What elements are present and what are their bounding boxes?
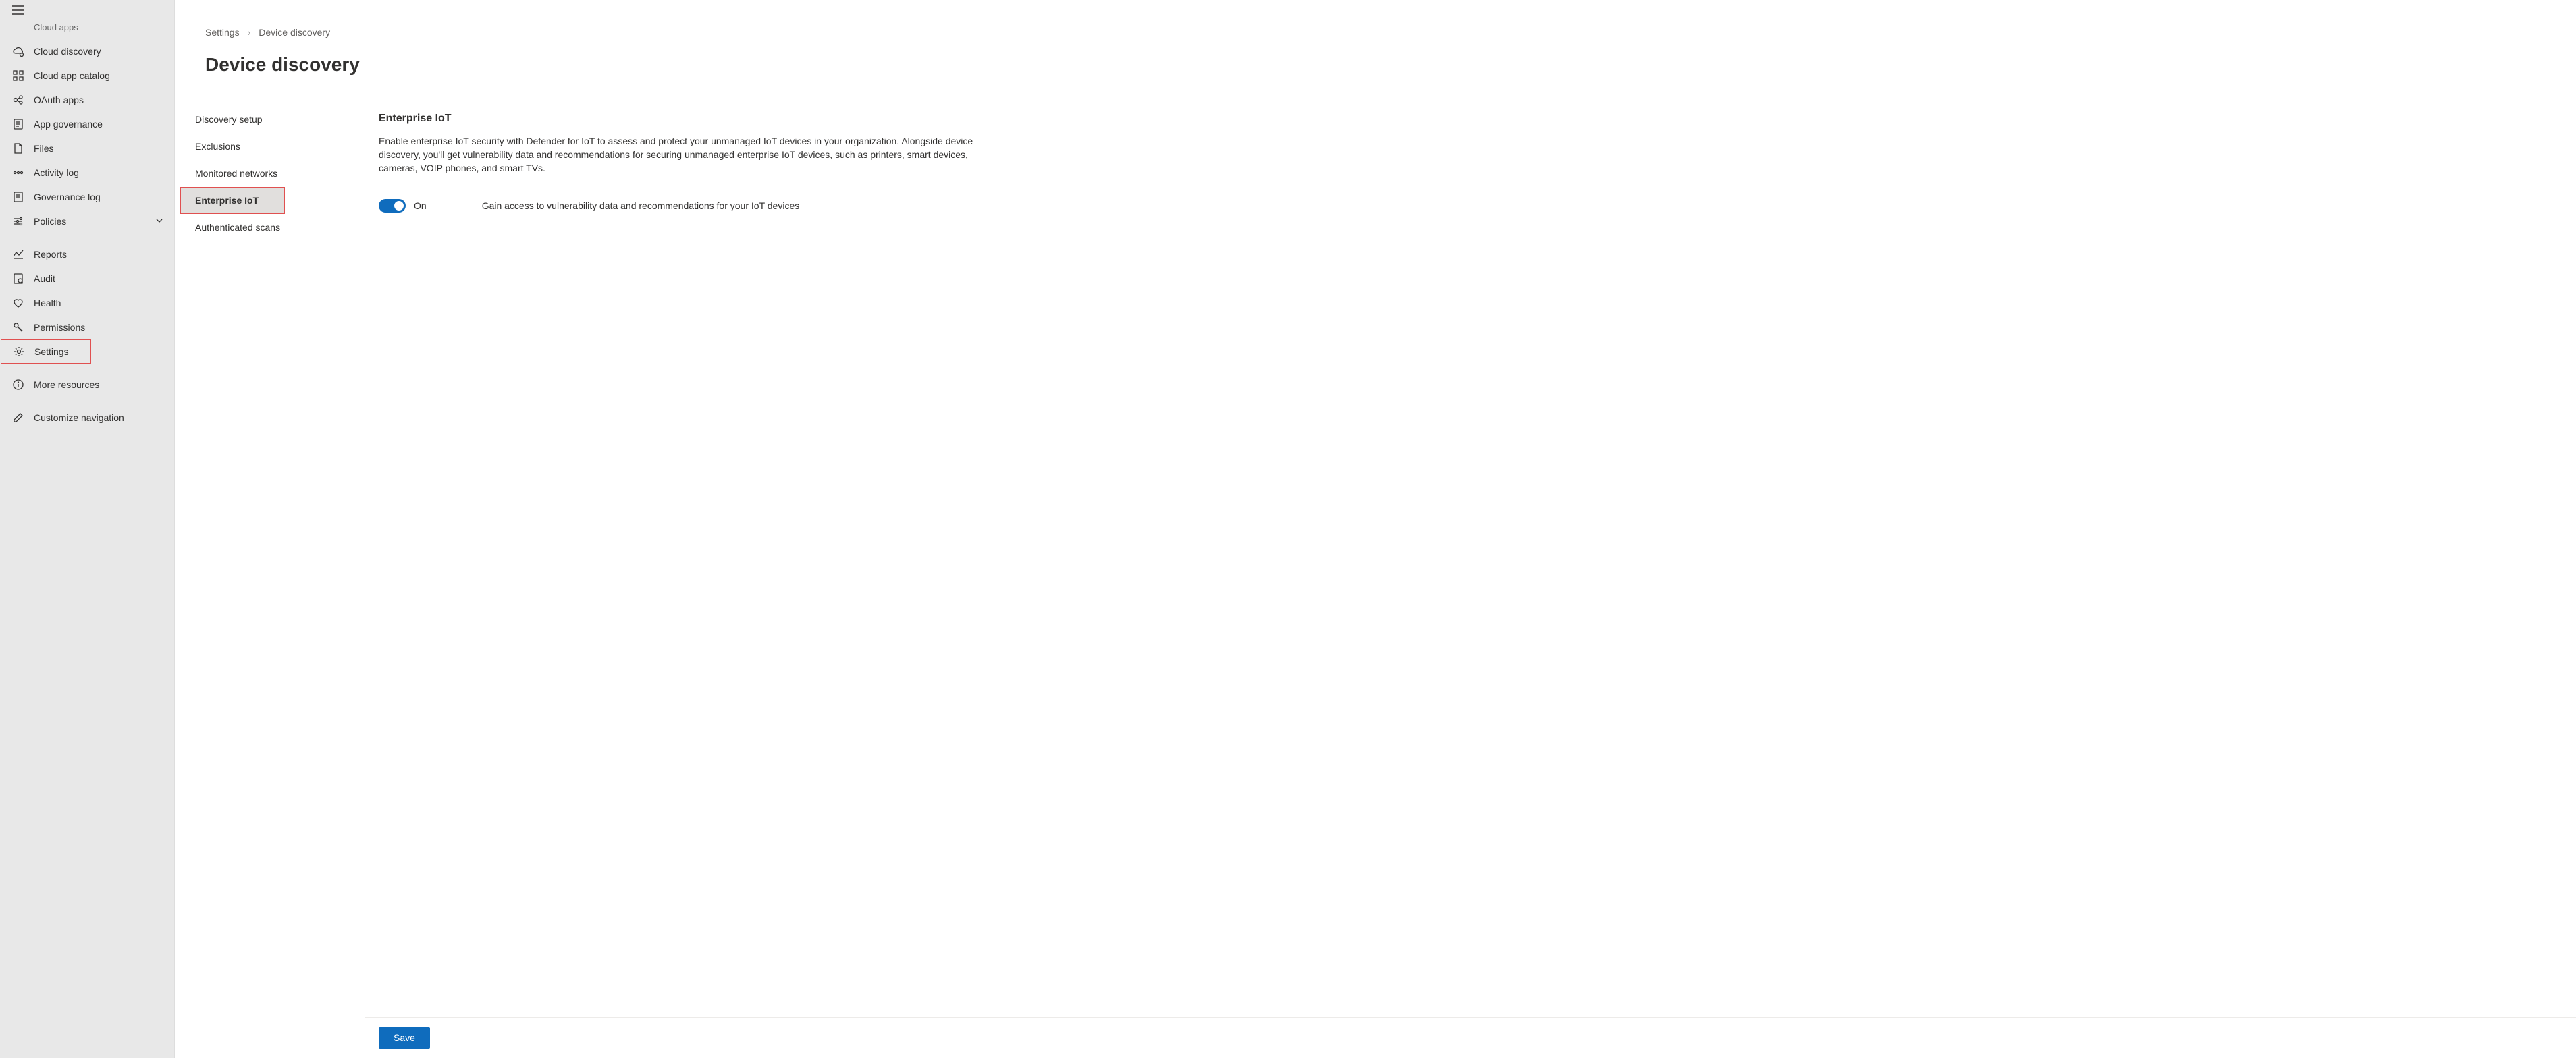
settings-icon <box>13 345 25 358</box>
breadcrumb: Settings › Device discovery <box>175 0 2576 38</box>
settings-panel: Enterprise IoT Enable enterprise IoT sec… <box>365 92 2576 1058</box>
hamburger-menu[interactable] <box>0 0 174 20</box>
sidebar: Cloud apps Cloud discovery Cloud app cat… <box>0 0 175 1058</box>
sidebar-item-label: Files <box>34 143 163 154</box>
page-title: Device discovery <box>175 38 2576 92</box>
edit-icon <box>12 412 24 424</box>
cloud-apps-icon <box>12 21 24 33</box>
sidebar-item-settings[interactable]: Settings <box>1 339 91 364</box>
subnav-authenticated-scans[interactable]: Authenticated scans <box>175 214 365 241</box>
policies-icon <box>12 215 24 227</box>
sidebar-item-audit[interactable]: Audit <box>0 267 174 291</box>
subnav-monitored-networks[interactable]: Monitored networks <box>175 160 365 187</box>
breadcrumb-device-discovery[interactable]: Device discovery <box>259 27 330 38</box>
cloud-discovery-icon <box>12 45 24 57</box>
subnav-exclusions[interactable]: Exclusions <box>175 133 365 160</box>
oauth-icon <box>12 94 24 106</box>
sidebar-item-health[interactable]: Health <box>0 291 174 315</box>
sidebar-item-cloud-apps[interactable]: Cloud apps <box>0 20 174 39</box>
sidebar-item-label: Cloud app catalog <box>34 70 163 81</box>
sidebar-item-reports[interactable]: Reports <box>0 242 174 267</box>
sidebar-item-governance-log[interactable]: Governance log <box>0 185 174 209</box>
toggle-state-label: On <box>414 200 427 211</box>
enterprise-iot-toggle[interactable] <box>379 199 406 213</box>
catalog-icon <box>12 69 24 82</box>
sidebar-item-label: Cloud discovery <box>34 46 163 57</box>
sidebar-item-label: Audit <box>34 273 163 284</box>
sidebar-item-label: Permissions <box>34 322 163 333</box>
save-button[interactable]: Save <box>379 1027 430 1049</box>
subnav-enterprise-iot[interactable]: Enterprise IoT <box>180 187 285 214</box>
subnav-discovery-setup[interactable]: Discovery setup <box>175 106 365 133</box>
sidebar-item-label: App governance <box>34 119 163 130</box>
health-icon <box>12 297 24 309</box>
sidebar-item-app-governance[interactable]: App governance <box>0 112 174 136</box>
sidebar-item-label: Policies <box>34 216 146 227</box>
sidebar-item-label: Customize navigation <box>34 412 163 423</box>
sidebar-item-label: Activity log <box>34 167 163 178</box>
sidebar-item-more-resources[interactable]: More resources <box>0 372 174 397</box>
breadcrumb-settings[interactable]: Settings <box>205 27 240 38</box>
audit-icon <box>12 273 24 285</box>
activity-icon <box>12 167 24 179</box>
chevron-down-icon <box>155 216 163 227</box>
sidebar-item-label: Health <box>34 298 163 308</box>
sidebar-item-files[interactable]: Files <box>0 136 174 161</box>
permissions-icon <box>12 321 24 333</box>
toggle-hint: Gain access to vulnerability data and re… <box>482 200 800 211</box>
sidebar-item-activity-log[interactable]: Activity log <box>0 161 174 185</box>
sidebar-item-label: Settings <box>34 346 80 357</box>
sidebar-item-label: More resources <box>34 379 163 390</box>
governance-log-icon <box>12 191 24 203</box>
panel-footer: Save <box>365 1017 2576 1058</box>
sidebar-item-label: OAuth apps <box>34 94 163 105</box>
subnav: Discovery setup Exclusions Monitored net… <box>175 92 365 1058</box>
governance-icon <box>12 118 24 130</box>
sidebar-item-permissions[interactable]: Permissions <box>0 315 174 339</box>
sidebar-item-label: Cloud apps <box>34 22 163 32</box>
reports-icon <box>12 248 24 260</box>
sidebar-item-cloud-discovery[interactable]: Cloud discovery <box>0 39 174 63</box>
panel-title: Enterprise IoT <box>379 113 2562 125</box>
sidebar-item-label: Reports <box>34 249 163 260</box>
sidebar-item-label: Governance log <box>34 192 163 202</box>
files-icon <box>12 142 24 155</box>
panel-description: Enable enterprise IoT security with Defe… <box>379 134 1007 175</box>
sidebar-item-oauth-apps[interactable]: OAuth apps <box>0 88 174 112</box>
toggle-row: On Gain access to vulnerability data and… <box>379 199 2562 213</box>
info-icon <box>12 379 24 391</box>
sidebar-item-policies[interactable]: Policies <box>0 209 174 233</box>
sidebar-item-customize-navigation[interactable]: Customize navigation <box>0 406 174 430</box>
main-content: Settings › Device discovery Device disco… <box>175 0 2576 1058</box>
chevron-right-icon: › <box>248 27 251 38</box>
sidebar-item-cloud-app-catalog[interactable]: Cloud app catalog <box>0 63 174 88</box>
